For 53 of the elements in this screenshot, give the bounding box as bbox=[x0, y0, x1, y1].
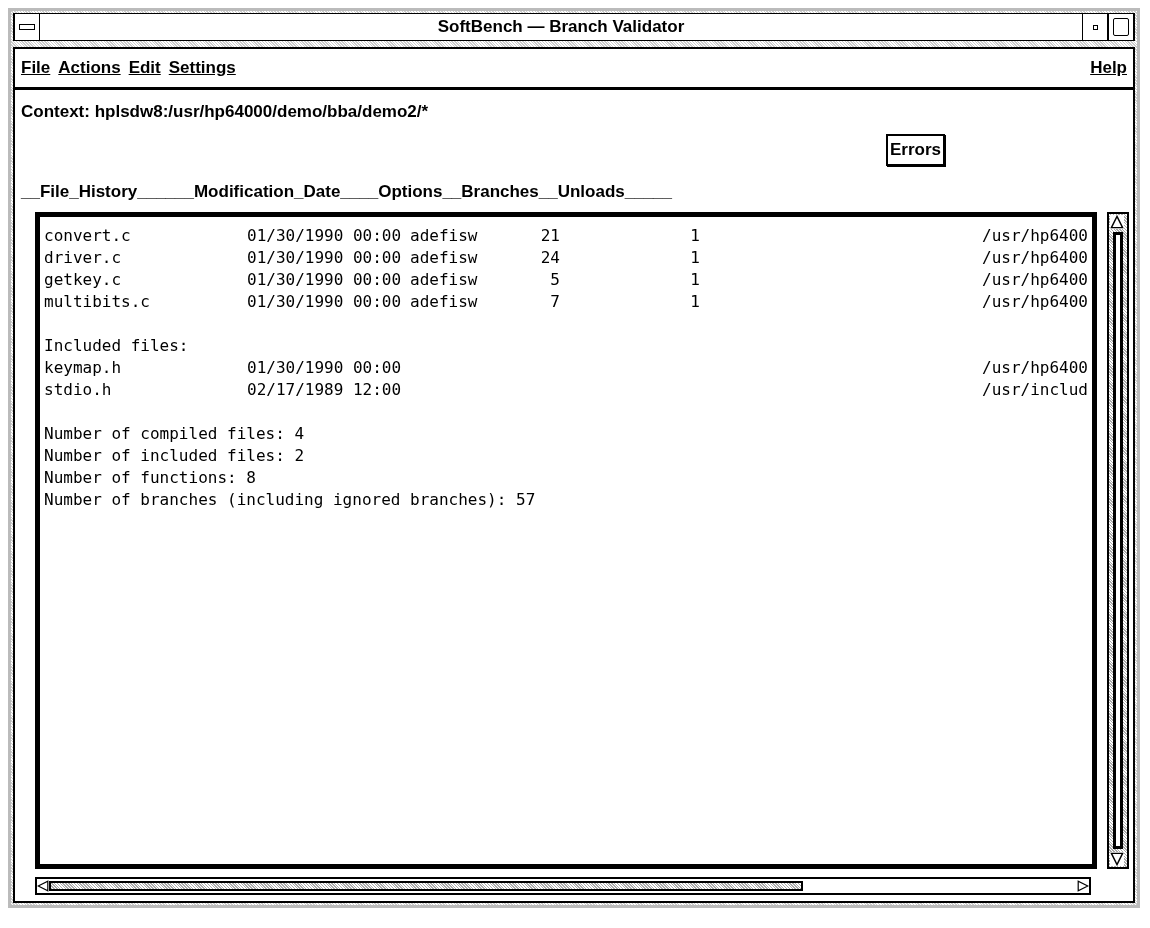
file-name: keymap.h bbox=[44, 357, 123, 379]
menu-item[interactable]: File bbox=[21, 58, 51, 78]
menu-item[interactable]: Actions bbox=[58, 58, 121, 78]
menu-item[interactable]: Settings bbox=[168, 58, 236, 78]
file-name: driver.c bbox=[44, 247, 123, 269]
menu-item[interactable]: Edit bbox=[128, 58, 161, 78]
file-name: stdio.h bbox=[44, 379, 113, 401]
options-value: adefisw bbox=[410, 291, 479, 313]
summary-line: Number of functions: 8 bbox=[44, 467, 256, 489]
minimize-button[interactable] bbox=[1082, 14, 1108, 40]
summary-line: Number of included files: 2 bbox=[44, 445, 305, 467]
branches-count: 21 bbox=[539, 225, 560, 247]
branches-count: 5 bbox=[549, 269, 560, 291]
options-value: adefisw bbox=[410, 247, 479, 269]
unloads-count: 1 bbox=[689, 247, 700, 269]
modification-date: 01/30/1990 00:00 bbox=[247, 269, 403, 291]
branches-count: 24 bbox=[539, 247, 560, 269]
modification-date: 02/17/1989 12:00 bbox=[247, 379, 403, 401]
left-arrow-icon[interactable] bbox=[37, 880, 49, 892]
horizontal-scrollbar[interactable] bbox=[35, 877, 1091, 895]
file-path: /usr/hp6400 bbox=[982, 247, 1088, 269]
unloads-count: 1 bbox=[689, 291, 700, 313]
file-path: /usr/hp6400 bbox=[982, 269, 1088, 291]
down-arrow-icon[interactable] bbox=[1110, 852, 1124, 866]
branches-count: 7 bbox=[549, 291, 560, 313]
modification-date: 01/30/1990 00:00 bbox=[247, 291, 403, 313]
menu-item[interactable]: Help bbox=[1090, 58, 1127, 78]
vertical-scrollbar[interactable] bbox=[1107, 212, 1129, 869]
unloads-count: 1 bbox=[689, 269, 700, 291]
window-menu-button[interactable] bbox=[14, 14, 40, 40]
file-name: convert.c bbox=[44, 225, 132, 247]
errors-button[interactable]: Errors bbox=[885, 134, 945, 166]
file-path: /usr/hp6400 bbox=[982, 291, 1088, 313]
modification-date: 01/30/1990 00:00 bbox=[247, 357, 403, 379]
maximize-button[interactable] bbox=[1108, 14, 1134, 40]
window-title: SoftBench — Branch Validator bbox=[436, 16, 686, 38]
options-value: adefisw bbox=[410, 269, 479, 291]
file-path: /usr/hp6400 bbox=[982, 357, 1088, 379]
file-name: getkey.c bbox=[44, 269, 123, 291]
file-path: /usr/includ bbox=[982, 379, 1088, 401]
file-name: multibits.c bbox=[44, 291, 151, 313]
file-path: /usr/hp6400 bbox=[982, 225, 1088, 247]
up-arrow-icon[interactable] bbox=[1110, 215, 1124, 229]
summary-line: Number of branches (including ignored branches): 57 bbox=[44, 489, 536, 511]
unloads-count: 1 bbox=[689, 225, 700, 247]
column-header: __File_History______Modification_Date____Options__Branches__Unloads_____ bbox=[20, 181, 673, 202]
summary-line: Number of compiled files: 4 bbox=[44, 423, 305, 445]
context-label: Context: hplsdw8:/usr/hp64000/demo/bba/demo2/* bbox=[20, 101, 430, 122]
right-arrow-icon[interactable] bbox=[1077, 880, 1089, 892]
modification-date: 01/30/1990 00:00 bbox=[247, 225, 403, 247]
section-heading: Included files: bbox=[44, 335, 189, 357]
modification-date: 01/30/1990 00:00 bbox=[247, 247, 403, 269]
options-value: adefisw bbox=[410, 225, 479, 247]
